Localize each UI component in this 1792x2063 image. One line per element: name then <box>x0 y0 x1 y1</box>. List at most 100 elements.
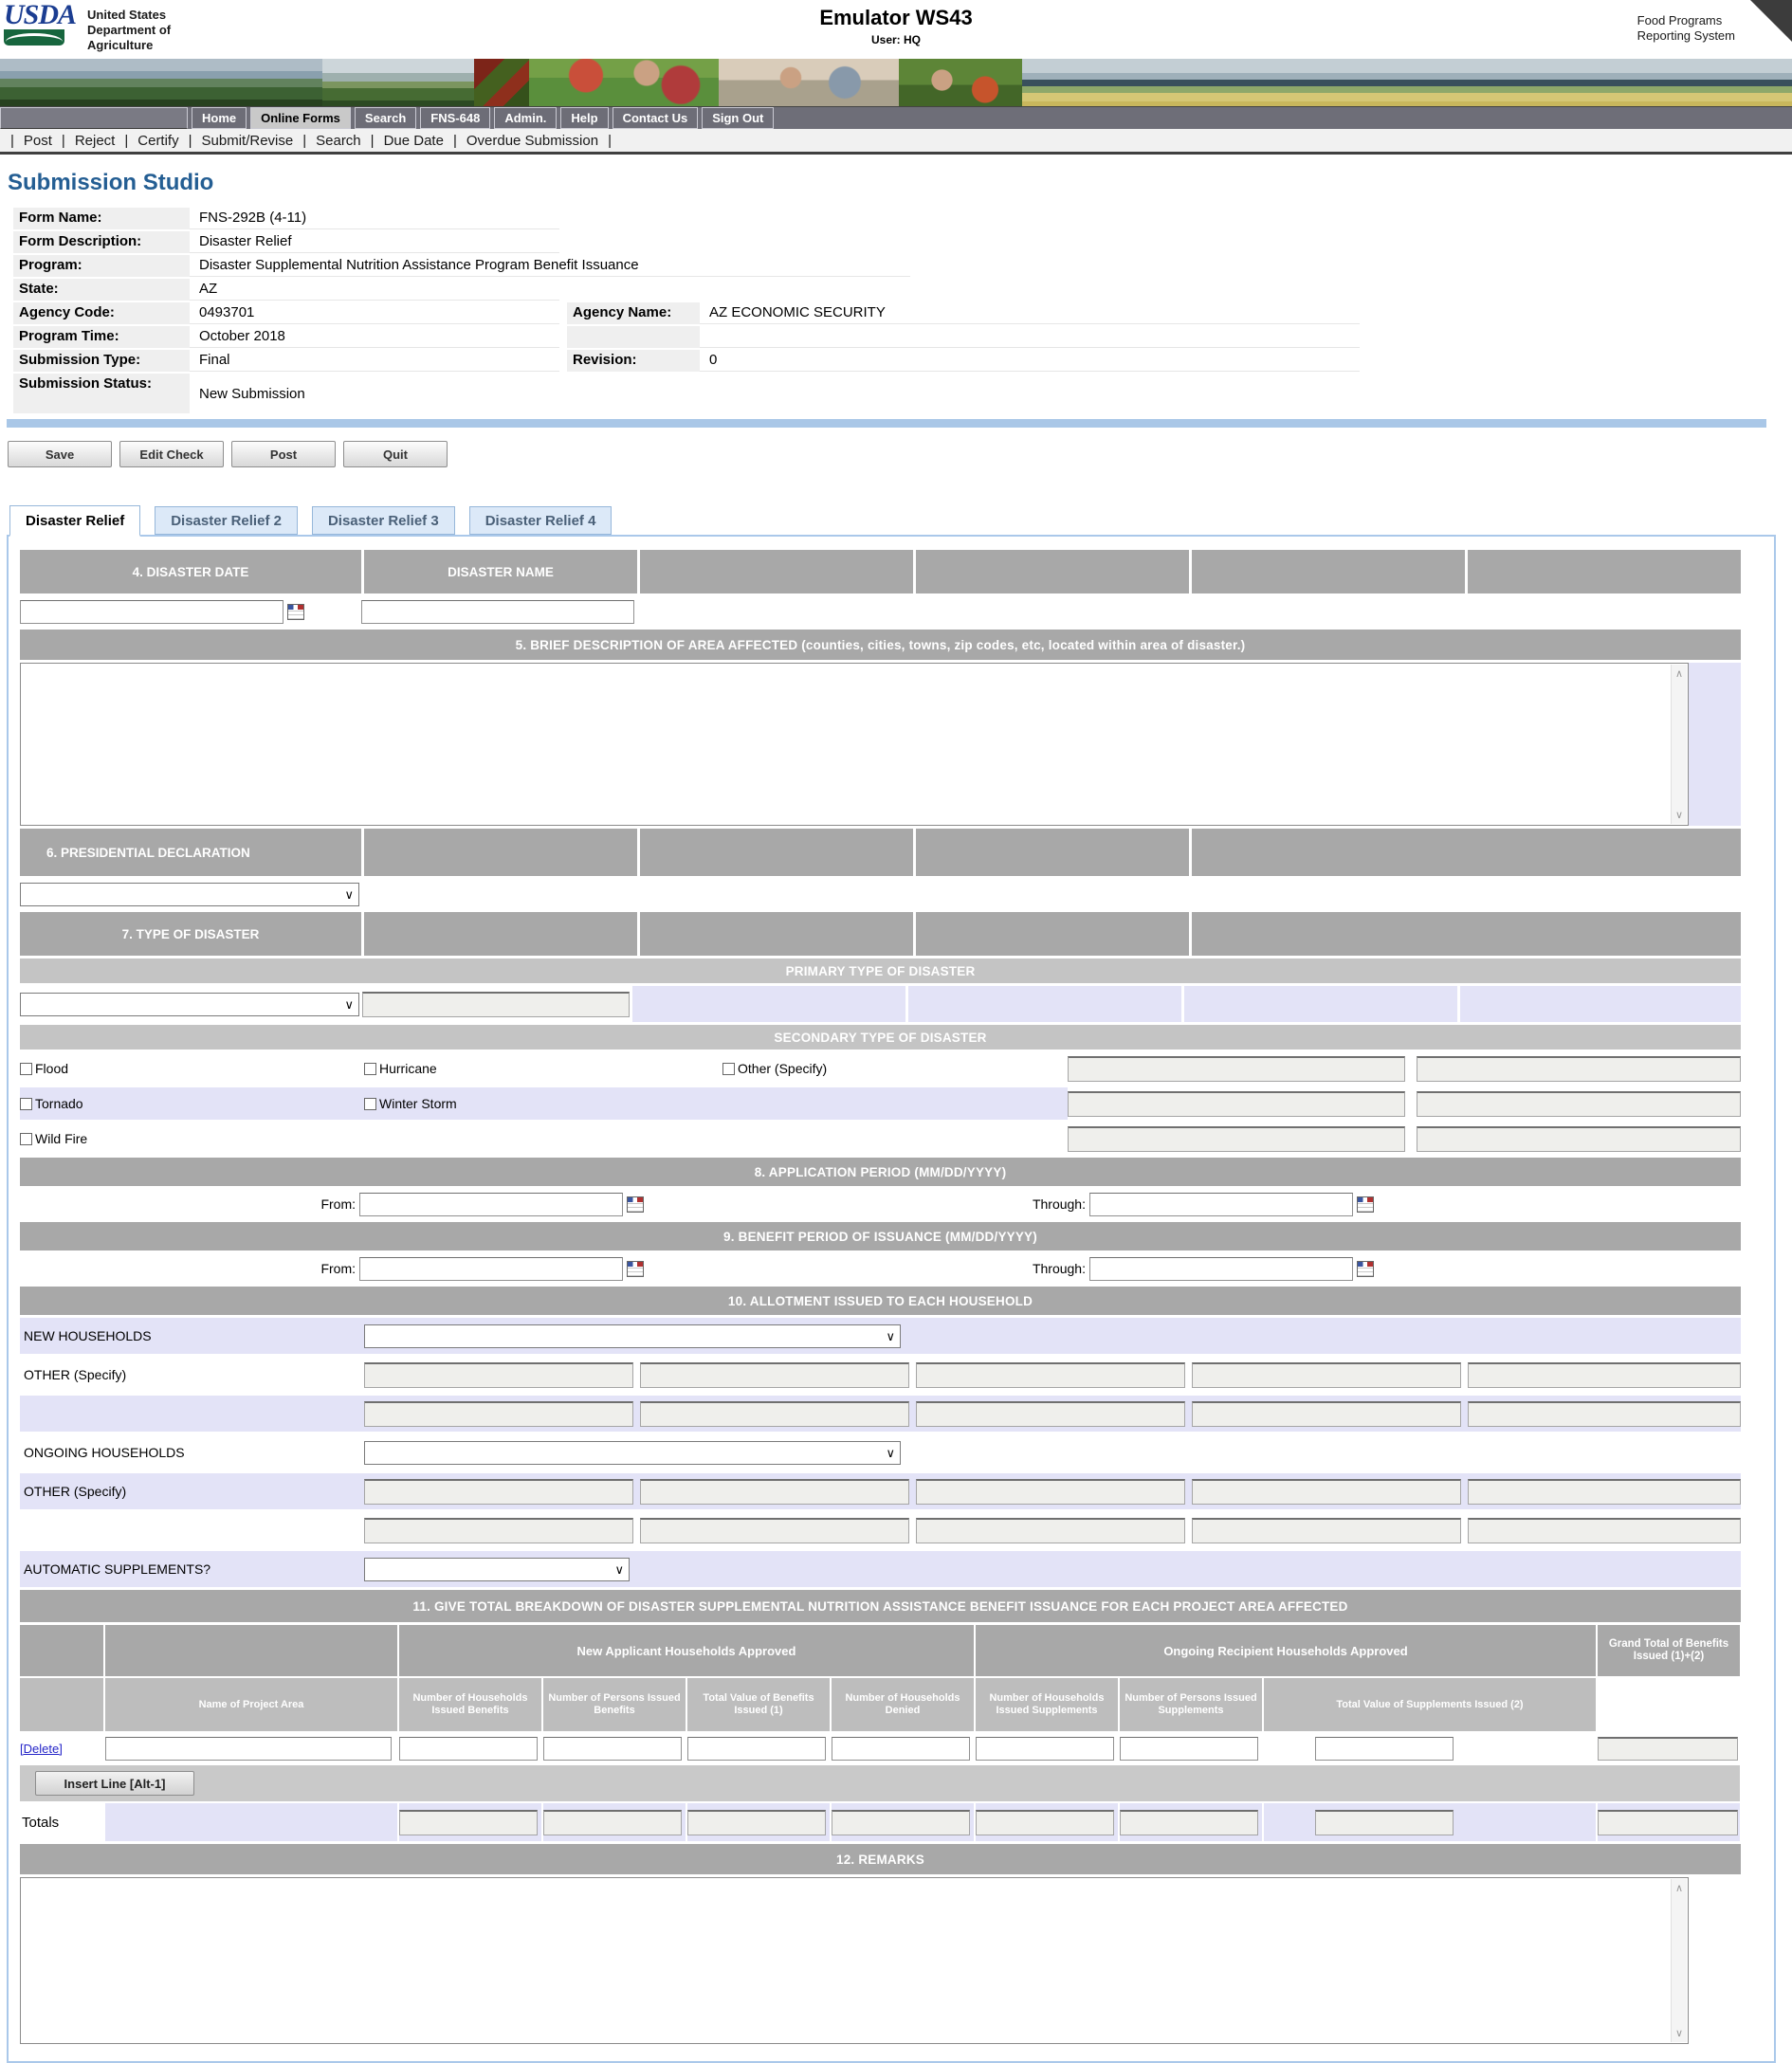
hh-supplements-input[interactable] <box>976 1737 1114 1761</box>
persons-supplements-input[interactable] <box>1120 1737 1258 1761</box>
action-reject[interactable]: Reject <box>75 133 116 149</box>
calendar-icon[interactable] <box>627 1261 644 1277</box>
tab-disaster-relief-4[interactable]: Disaster Relief 4 <box>469 506 613 535</box>
toolbar: Save Edit Check Post Quit <box>8 441 1792 467</box>
insert-line-button[interactable]: Insert Line [Alt-1] <box>35 1771 194 1796</box>
state-label: State: <box>13 279 190 301</box>
scroll-down-icon[interactable]: ∨ <box>1675 809 1683 821</box>
user-label: User: HQ <box>0 33 1792 46</box>
flood-label: Flood <box>35 1061 68 1076</box>
primary-type-header: PRIMARY TYPE OF DISASTER <box>20 958 1741 983</box>
other-specify-input <box>1068 1091 1405 1117</box>
action-post[interactable]: Post <box>24 133 52 149</box>
automatic-supplements-select[interactable]: ∨ <box>364 1558 630 1581</box>
photo-banner <box>0 59 1792 106</box>
banner-photo-family <box>899 59 1022 106</box>
calendar-icon[interactable] <box>627 1196 644 1213</box>
nav-home[interactable]: Home <box>192 107 247 129</box>
allotment-other-input <box>916 1518 1185 1543</box>
other-checkbox[interactable] <box>722 1063 735 1075</box>
area-description-textarea[interactable]: ∧ ∨ <box>20 663 1689 826</box>
save-button[interactable]: Save <box>8 441 112 467</box>
scrollbar[interactable]: ∧ ∨ <box>1671 1879 1687 2042</box>
dropdown-arrow-icon: ∨ <box>344 998 358 1011</box>
submission-type-value: Final <box>190 350 559 372</box>
remarks-textarea[interactable]: ∧ ∨ <box>20 1877 1689 2044</box>
allotment-other-input <box>1192 1362 1461 1388</box>
calendar-icon[interactable] <box>1357 1261 1374 1277</box>
program-time-label: Program Time: <box>13 326 190 348</box>
dropdown-arrow-icon: ∨ <box>886 1447 900 1459</box>
new-households-row: NEW HOUSEHOLDS ∨ <box>20 1318 1741 1354</box>
column-header-grand-total-blank <box>1598 1678 1740 1731</box>
nav-help[interactable]: Help <box>560 107 608 129</box>
nav-admin[interactable]: Admin. <box>494 107 557 129</box>
detail-row-agency: Agency Code: 0493701 Agency Name: AZ ECO… <box>13 302 1360 324</box>
lavender-cell <box>632 986 905 1022</box>
hurricane-checkbox[interactable] <box>364 1063 376 1075</box>
agency-code-label: Agency Code: <box>13 302 190 324</box>
delete-row-link[interactable]: [Delete] <box>20 1742 63 1756</box>
action-search[interactable]: Search <box>316 133 361 149</box>
secondary-row-2: Tornado Winter Storm <box>20 1087 1741 1120</box>
tornado-checkbox[interactable] <box>20 1098 32 1110</box>
header-center: Emulator WS43 User: HQ <box>0 6 1792 46</box>
allotment-other-input <box>640 1401 909 1427</box>
primary-type-select[interactable]: ∨ <box>20 993 359 1016</box>
wild-fire-checkbox[interactable] <box>20 1133 32 1145</box>
post-button[interactable]: Post <box>231 441 336 467</box>
app-title: Emulator WS43 <box>0 6 1792 30</box>
empty-header-cell <box>640 912 913 956</box>
calendar-icon[interactable] <box>1357 1196 1374 1213</box>
edit-check-button[interactable]: Edit Check <box>119 441 224 467</box>
hh-benefits-input[interactable] <box>399 1737 538 1761</box>
nav-search[interactable]: Search <box>355 107 416 129</box>
action-certify[interactable]: Certify <box>137 133 178 149</box>
action-due-date[interactable]: Due Date <box>384 133 444 149</box>
scroll-down-icon[interactable]: ∨ <box>1675 2027 1683 2039</box>
page: USDA United States Department of Agricul… <box>0 0 1792 2063</box>
breakdown-table: New Applicant Households Approved Ongoin… <box>20 1625 1741 1841</box>
empty-value-cell <box>700 326 1360 348</box>
calendar-icon[interactable] <box>287 604 304 620</box>
nav-contact-us[interactable]: Contact Us <box>613 107 699 129</box>
action-overdue-submission[interactable]: Overdue Submission <box>466 133 598 149</box>
scroll-up-icon[interactable]: ∧ <box>1675 667 1683 680</box>
nav-sign-out[interactable]: Sign Out <box>702 107 774 129</box>
new-households-select[interactable]: ∨ <box>364 1324 901 1348</box>
ongoing-households-select[interactable]: ∨ <box>364 1441 901 1465</box>
lavender-strip <box>1689 663 1741 826</box>
allotment-other-input <box>1192 1518 1461 1543</box>
tab-disaster-relief[interactable]: Disaster Relief <box>9 505 140 537</box>
benefit-through-input[interactable] <box>1089 1257 1353 1281</box>
flood-checkbox[interactable] <box>20 1063 32 1075</box>
presidential-declaration-select[interactable]: ∨ <box>20 883 359 906</box>
other-specify-row-2 <box>20 1396 1741 1432</box>
scroll-up-icon[interactable]: ∧ <box>1675 1882 1683 1894</box>
winter-storm-checkbox[interactable] <box>364 1098 376 1110</box>
action-submit-revise[interactable]: Submit/Revise <box>202 133 294 149</box>
benefit-from-input[interactable] <box>359 1257 623 1281</box>
application-through-input[interactable] <box>1089 1193 1353 1216</box>
section6-header: 6. PRESIDENTIAL DECLARATION <box>20 829 1741 876</box>
total-supplements-input[interactable] <box>1315 1737 1454 1761</box>
banner-photo-landscape <box>1022 59 1792 106</box>
total-benefits-input[interactable] <box>687 1737 826 1761</box>
nav-fns-648[interactable]: FNS-648 <box>420 107 490 129</box>
tab-disaster-relief-2[interactable]: Disaster Relief 2 <box>155 506 298 535</box>
empty-header-cell <box>916 550 1189 593</box>
tab-disaster-relief-3[interactable]: Disaster Relief 3 <box>312 506 455 535</box>
totals-total-benefits <box>687 1810 826 1835</box>
scrollbar[interactable]: ∧ ∨ <box>1671 665 1687 824</box>
nav-online-forms[interactable]: Online Forms <box>250 107 351 129</box>
quit-button[interactable]: Quit <box>343 441 448 467</box>
disaster-date-input[interactable] <box>20 600 283 624</box>
totals-cell <box>1598 1803 1740 1841</box>
hh-denied-input[interactable] <box>832 1737 970 1761</box>
persons-benefits-input[interactable] <box>543 1737 682 1761</box>
application-from-input[interactable] <box>359 1193 623 1216</box>
automatic-supplements-label: AUTOMATIC SUPPLEMENTS? <box>20 1561 364 1577</box>
disaster-name-header: DISASTER NAME <box>364 550 637 593</box>
disaster-name-input[interactable] <box>361 600 634 624</box>
project-area-name-input[interactable] <box>105 1737 392 1761</box>
